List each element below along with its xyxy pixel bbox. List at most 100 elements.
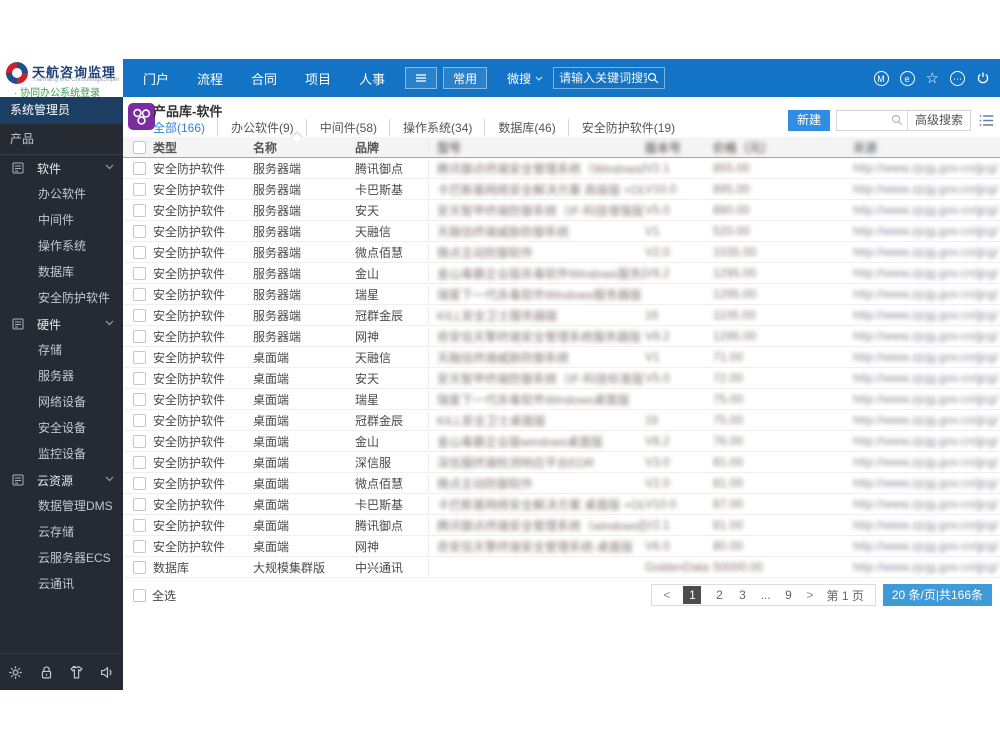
table-row[interactable]: 安全防护软件 服务器端 腾讯御点 腾讯御点终端安全管理系统（Windows版） … [123,158,1000,179]
table-row[interactable]: 安全防护软件 桌面端 天融信 天融信终端威胁防御系统 V1 71.00 http… [123,347,1000,368]
row-checkbox[interactable] [133,204,146,218]
page-size-badge[interactable]: 20 条/页|共166条 [882,584,992,606]
column-header-type[interactable]: 类型 [153,139,253,156]
row-checkbox[interactable] [133,351,146,365]
table-search-input[interactable] [836,113,887,127]
m-circle-icon[interactable]: M [873,70,889,86]
page-number-button[interactable]: 2 [714,588,724,602]
table-row[interactable]: 安全防护软件 服务器端 天融信 天融信终端威胁防御系统 V1 520.00 ht… [123,221,1000,242]
power-icon[interactable] [976,71,990,85]
nav-item[interactable]: 项目 [291,69,345,88]
message-icon[interactable]: e [899,70,915,86]
sidebar-item[interactable]: 安全防护软件 [0,285,123,311]
row-checkbox[interactable] [133,540,146,554]
row-checkbox[interactable] [133,330,146,344]
category-tab[interactable]: 全部(166) [153,119,205,136]
select-all-checkbox[interactable] [133,588,146,602]
table-row[interactable]: 安全防护软件 服务器端 微点佰慧 微点主动防御软件 V2.0 1035.00 h… [123,242,1000,263]
table-row[interactable]: 数据库 大规模集群版 中兴通讯 GoldenData s… 50000.00 h… [123,557,1000,578]
category-tab[interactable]: 办公软件(9) [217,119,294,136]
sidebar-item-product[interactable]: 产品 [0,124,123,155]
sidebar-item[interactable]: 数据管理DMS [0,493,123,519]
volume-icon[interactable] [100,665,115,680]
column-header-version[interactable]: 版本号 [645,139,713,156]
table-row[interactable]: 安全防护软件 桌面端 金山 金山毒霸企业版windows桌面版 V8.2 76.… [123,431,1000,452]
row-checkbox[interactable] [133,183,146,197]
sidebar-group[interactable]: 软件 [0,155,123,181]
theme-icon[interactable] [69,665,84,680]
sidebar-item[interactable]: 监控设备 [0,441,123,467]
page-number-button[interactable]: 1 [683,586,702,604]
category-tab[interactable]: 数据库(46) [484,119,556,136]
nav-item[interactable]: 流程 [183,69,237,88]
sidebar-item[interactable]: 中间件 [0,207,123,233]
list-view-icon[interactable] [979,114,994,127]
column-header-price[interactable]: 价格（元） [713,139,853,156]
table-row[interactable]: 安全防护软件 服务器端 网神 奇安信天擎终端安全管理系统服务器版 V8.2 12… [123,326,1000,347]
category-tab[interactable]: 中间件(58) [305,119,377,136]
search-icon[interactable] [891,114,903,126]
nav-hamburger-button[interactable] [405,67,438,89]
page-number-button[interactable]: 9 [783,588,793,602]
row-checkbox[interactable] [133,498,146,512]
column-header-model[interactable]: 型号 [429,139,645,156]
nav-pinned-button[interactable]: 常用 [443,67,488,89]
search-scope-dropdown[interactable]: 微搜 [507,70,543,87]
table-row[interactable]: 安全防护软件 桌面端 微点佰慧 微点主动防御软件 V2.0 81.00 http… [123,473,1000,494]
row-checkbox[interactable] [133,225,146,239]
column-header-source[interactable]: 来源 [853,139,1000,156]
sidebar-item[interactable]: 安全设备 [0,415,123,441]
table-row[interactable]: 安全防护软件 服务器端 安天 安天智甲终端防御系统（IF-科技增强版） V5.0… [123,200,1000,221]
category-tab[interactable]: 安全防护软件(19) [567,119,675,136]
row-checkbox[interactable] [133,246,146,260]
sidebar-item[interactable]: 服务器 [0,363,123,389]
header-checkbox[interactable] [133,141,146,155]
sidebar-item[interactable]: 办公软件 [0,181,123,207]
sidebar-item[interactable]: 网络设备 [0,389,123,415]
table-row[interactable]: 安全防护软件 桌面端 安天 安天智甲终端防御系统（IF-科技标准版） V5.0 … [123,368,1000,389]
new-button[interactable]: 新建 [787,109,830,131]
row-checkbox[interactable] [133,414,146,428]
row-checkbox[interactable] [133,435,146,449]
select-all-control[interactable]: 全选 [133,587,176,604]
row-checkbox[interactable] [133,561,146,575]
row-checkbox[interactable] [133,267,146,281]
row-checkbox[interactable] [133,456,146,470]
row-checkbox[interactable] [133,162,146,176]
column-header-name[interactable]: 名称 [253,139,355,156]
row-checkbox[interactable] [133,477,146,491]
category-tab[interactable]: 操作系统(34) [389,119,472,136]
table-row[interactable]: 安全防护软件 桌面端 深信服 深信服终端检测响应平台EDR V3.0 81.00… [123,452,1000,473]
lock-icon[interactable] [39,665,54,680]
row-checkbox[interactable] [133,519,146,533]
sidebar-item[interactable]: 存储 [0,337,123,363]
sidebar-group[interactable]: 云资源 [0,467,123,493]
star-icon[interactable]: ☆ [926,71,939,86]
page-number-button[interactable]: ... [760,588,770,602]
global-search-input[interactable] [559,71,648,85]
sidebar-item[interactable]: 云通讯 [0,571,123,597]
column-header-brand[interactable]: 品牌 [355,138,429,156]
advanced-search-button[interactable]: 高级搜索 [906,110,970,130]
table-row[interactable]: 安全防护软件 桌面端 网神 奇安信天擎终端安全管理系统-桌面版 V6.0 80.… [123,536,1000,557]
table-row[interactable]: 安全防护软件 桌面端 卡巴斯基 卡巴斯基网络安全解决方案 桌面版 +OL… V1… [123,494,1000,515]
table-row[interactable]: 安全防护软件 服务器端 金山 金山毒霸企业版杀毒软件Windows服务器版 V8… [123,263,1000,284]
nav-item[interactable]: 门户 [129,69,183,88]
table-row[interactable]: 安全防护软件 桌面端 冠群金辰 KILL安全卫士桌面版 16 75.00 htt… [123,410,1000,431]
nav-item[interactable]: 人事 [345,69,399,88]
row-checkbox[interactable] [133,309,146,323]
nav-item[interactable]: 合同 [237,69,291,88]
row-checkbox[interactable] [133,372,146,386]
settings-icon[interactable] [8,665,23,680]
sidebar-item[interactable]: 云服务器ECS [0,545,123,571]
sidebar-item[interactable]: 云存储 [0,519,123,545]
row-checkbox[interactable] [133,288,146,302]
table-row[interactable]: 安全防护软件 桌面端 瑞星 瑞星下一代杀毒软件Windows桌面版 75.00 … [123,389,1000,410]
page-number-button[interactable]: 3 [737,588,747,602]
table-row[interactable]: 安全防护软件 服务器端 卡巴斯基 卡巴斯基网络安全解决方案 高级版 +OL… V… [123,179,1000,200]
row-checkbox[interactable] [133,393,146,407]
table-row[interactable]: 安全防护软件 服务器端 冠群金辰 KILL安全卫士服务器版 16 1105.00… [123,305,1000,326]
sidebar-item[interactable]: 数据库 [0,259,123,285]
search-icon[interactable] [647,72,659,84]
table-row[interactable]: 安全防护软件 桌面端 腾讯御点 腾讯御点终端安全管理系统（windows版）/ … [123,515,1000,536]
